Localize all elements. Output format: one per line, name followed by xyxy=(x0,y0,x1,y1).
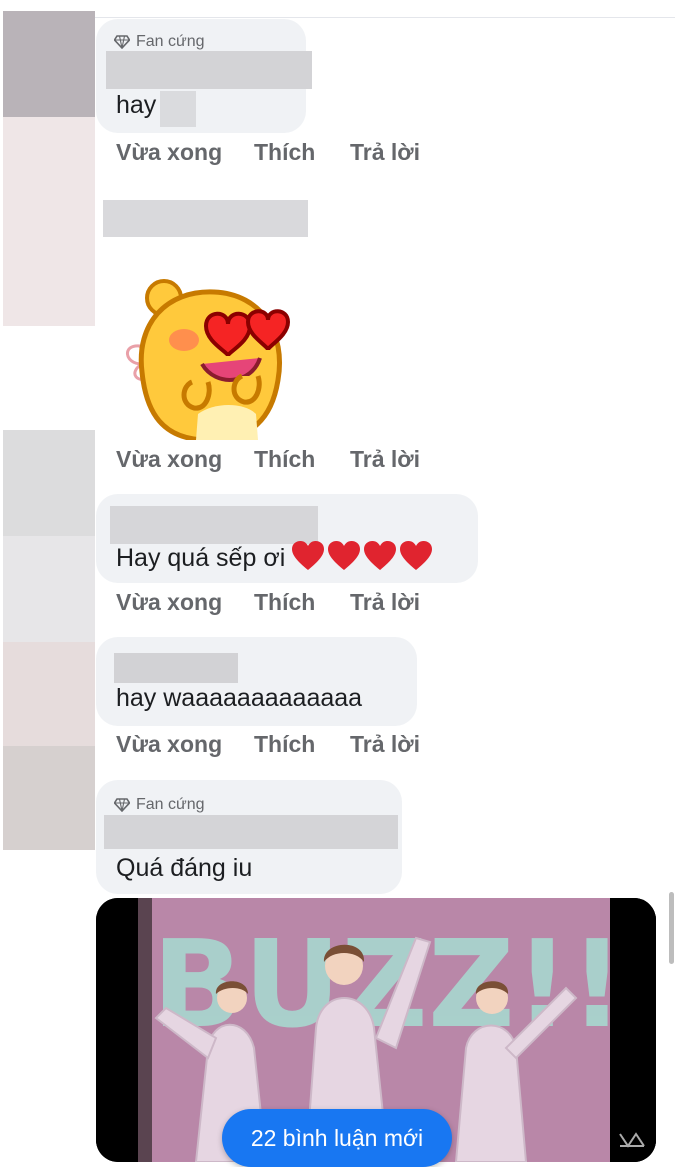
like-button[interactable]: Thích xyxy=(254,446,315,473)
avatar-blurred xyxy=(3,430,95,850)
fan-badge: Fan cứng xyxy=(114,33,205,51)
fan-badge: Fan cứng xyxy=(114,796,205,814)
comment-bubble[interactable]: Fan cứng Quá đáng iu xyxy=(96,780,402,894)
like-button[interactable]: Thích xyxy=(254,139,315,166)
timestamp: Vừa xong xyxy=(116,589,223,615)
badge-label: Fan cứng xyxy=(136,33,205,50)
reply-button[interactable]: Trả lời xyxy=(350,446,420,473)
avatar-blurred xyxy=(3,11,95,326)
redacted-name xyxy=(106,51,312,89)
redacted-name xyxy=(114,653,238,683)
comment-bubble[interactable]: Fan cứng hay xyxy=(96,19,312,133)
like-button[interactable]: Thích xyxy=(254,589,315,616)
redacted-name xyxy=(104,815,398,849)
comment-text: hay waaaaaaaaaaaaa xyxy=(116,684,363,712)
reply-button[interactable]: Trả lời xyxy=(350,731,420,758)
timestamp: Vừa xong xyxy=(116,446,223,472)
comment-bubble[interactable]: Hay quá sếp ơi xyxy=(96,494,478,583)
heart-icon xyxy=(292,541,325,570)
comment-text: Hay quá sếp ơi xyxy=(116,541,433,573)
scrollbar[interactable] xyxy=(669,892,674,964)
comment-text: hay xyxy=(116,91,157,119)
diamond-icon xyxy=(114,35,130,49)
heart-icon xyxy=(364,541,397,570)
heart-icon xyxy=(328,541,361,570)
love-eyes-sticker[interactable] xyxy=(122,268,290,440)
like-button[interactable]: Thích xyxy=(254,731,315,758)
redacted-name xyxy=(103,200,308,237)
redacted-text xyxy=(160,91,196,127)
new-comments-button[interactable]: 22 bình luận mới xyxy=(222,1109,452,1167)
reply-button[interactable]: Trả lời xyxy=(350,589,420,616)
comment-bubble[interactable]: hay waaaaaaaaaaaaa xyxy=(96,637,417,726)
timestamp: Vừa xong xyxy=(116,731,223,757)
divider xyxy=(95,17,675,18)
reply-button[interactable]: Trả lời xyxy=(350,139,420,166)
heart-icon xyxy=(400,541,433,570)
comment-text: Quá đáng iu xyxy=(116,854,253,882)
badge-label: Fan cứng xyxy=(136,796,205,813)
hearts-emoji xyxy=(291,541,433,571)
timestamp: Vừa xong xyxy=(116,139,223,165)
diamond-icon xyxy=(114,798,130,812)
redacted-name xyxy=(110,506,318,544)
